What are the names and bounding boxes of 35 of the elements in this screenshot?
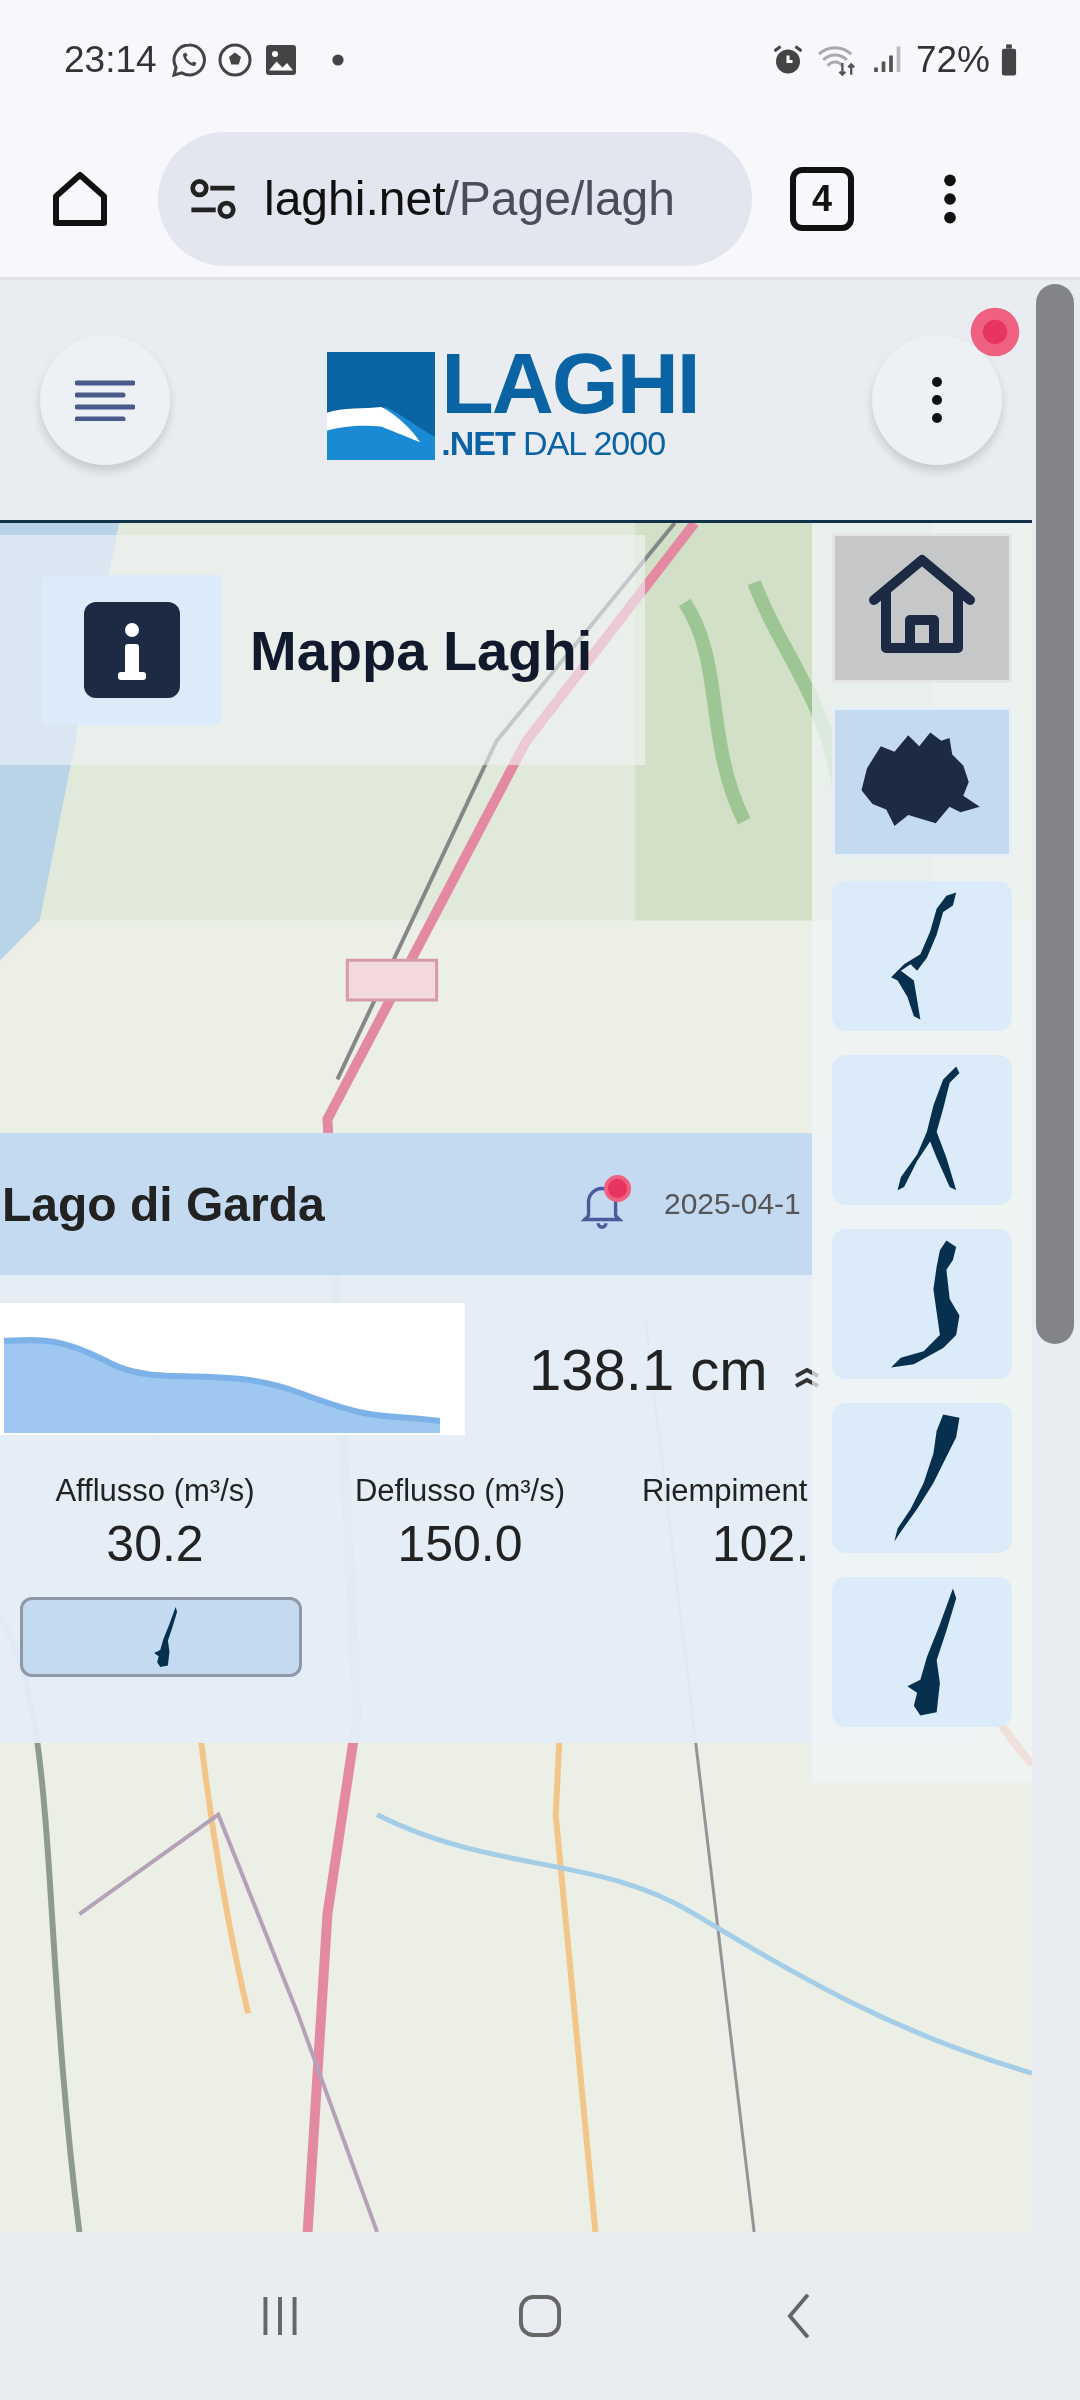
address-bar[interactable]: laghi.net/Page/lagh — [158, 131, 752, 266]
lake-name: Lago di Garda — [2, 1176, 325, 1232]
river-logo-icon — [327, 352, 436, 460]
map-background[interactable]: Mappa Laghi Lago di Garda 2025-04-1 138.1 cm Afflusso (m³/s) 30.2 Deflusso (m³/s) 150.0 Riempiment 102. — [0, 523, 1032, 2232]
scrollbar[interactable] — [1036, 284, 1074, 1344]
site-logo[interactable]: LAGHI .NET DAL 2000 — [327, 340, 699, 460]
status-time: 23:14 — [64, 39, 157, 81]
stat-label: Afflusso (m³/s) — [55, 1473, 255, 1509]
stat-label: Riempiment — [642, 1473, 808, 1509]
stat-value: 150.0 — [397, 1515, 523, 1573]
lake-button[interactable] — [832, 1055, 1012, 1205]
update-date: 2025-04-1 — [664, 1187, 801, 1221]
stat-label: Deflusso (m³/s) — [354, 1473, 566, 1509]
notification-dot-icon — [330, 53, 345, 67]
logo-tagline: .NET DAL 2000 — [441, 426, 667, 460]
info-icon — [84, 602, 180, 698]
panel-title: Mappa Laghi — [250, 617, 593, 683]
menu-icon — [75, 379, 135, 421]
battery-percent: 72% — [915, 39, 990, 81]
stat-value: 102. — [712, 1515, 810, 1573]
stat-value: 30.2 — [106, 1515, 204, 1573]
more-options-icon — [931, 376, 943, 424]
logo-title: LAGHI — [441, 340, 699, 426]
lake-button[interactable] — [832, 881, 1012, 1031]
battery-icon — [1000, 43, 1018, 77]
home-button[interactable] — [832, 533, 1012, 683]
lake-button[interactable] — [832, 1403, 1012, 1553]
region-button[interactable] — [832, 707, 1012, 857]
lake-button[interactable] — [832, 1229, 1012, 1379]
info-button[interactable] — [42, 575, 222, 725]
soccer-ball-icon — [216, 42, 253, 78]
water-level-value: 138.1 cm — [529, 1335, 768, 1403]
lake-button[interactable] — [832, 1577, 1012, 1727]
tab-count-button[interactable]: 4 — [790, 166, 854, 231]
chat-bubble-icon — [170, 42, 207, 78]
